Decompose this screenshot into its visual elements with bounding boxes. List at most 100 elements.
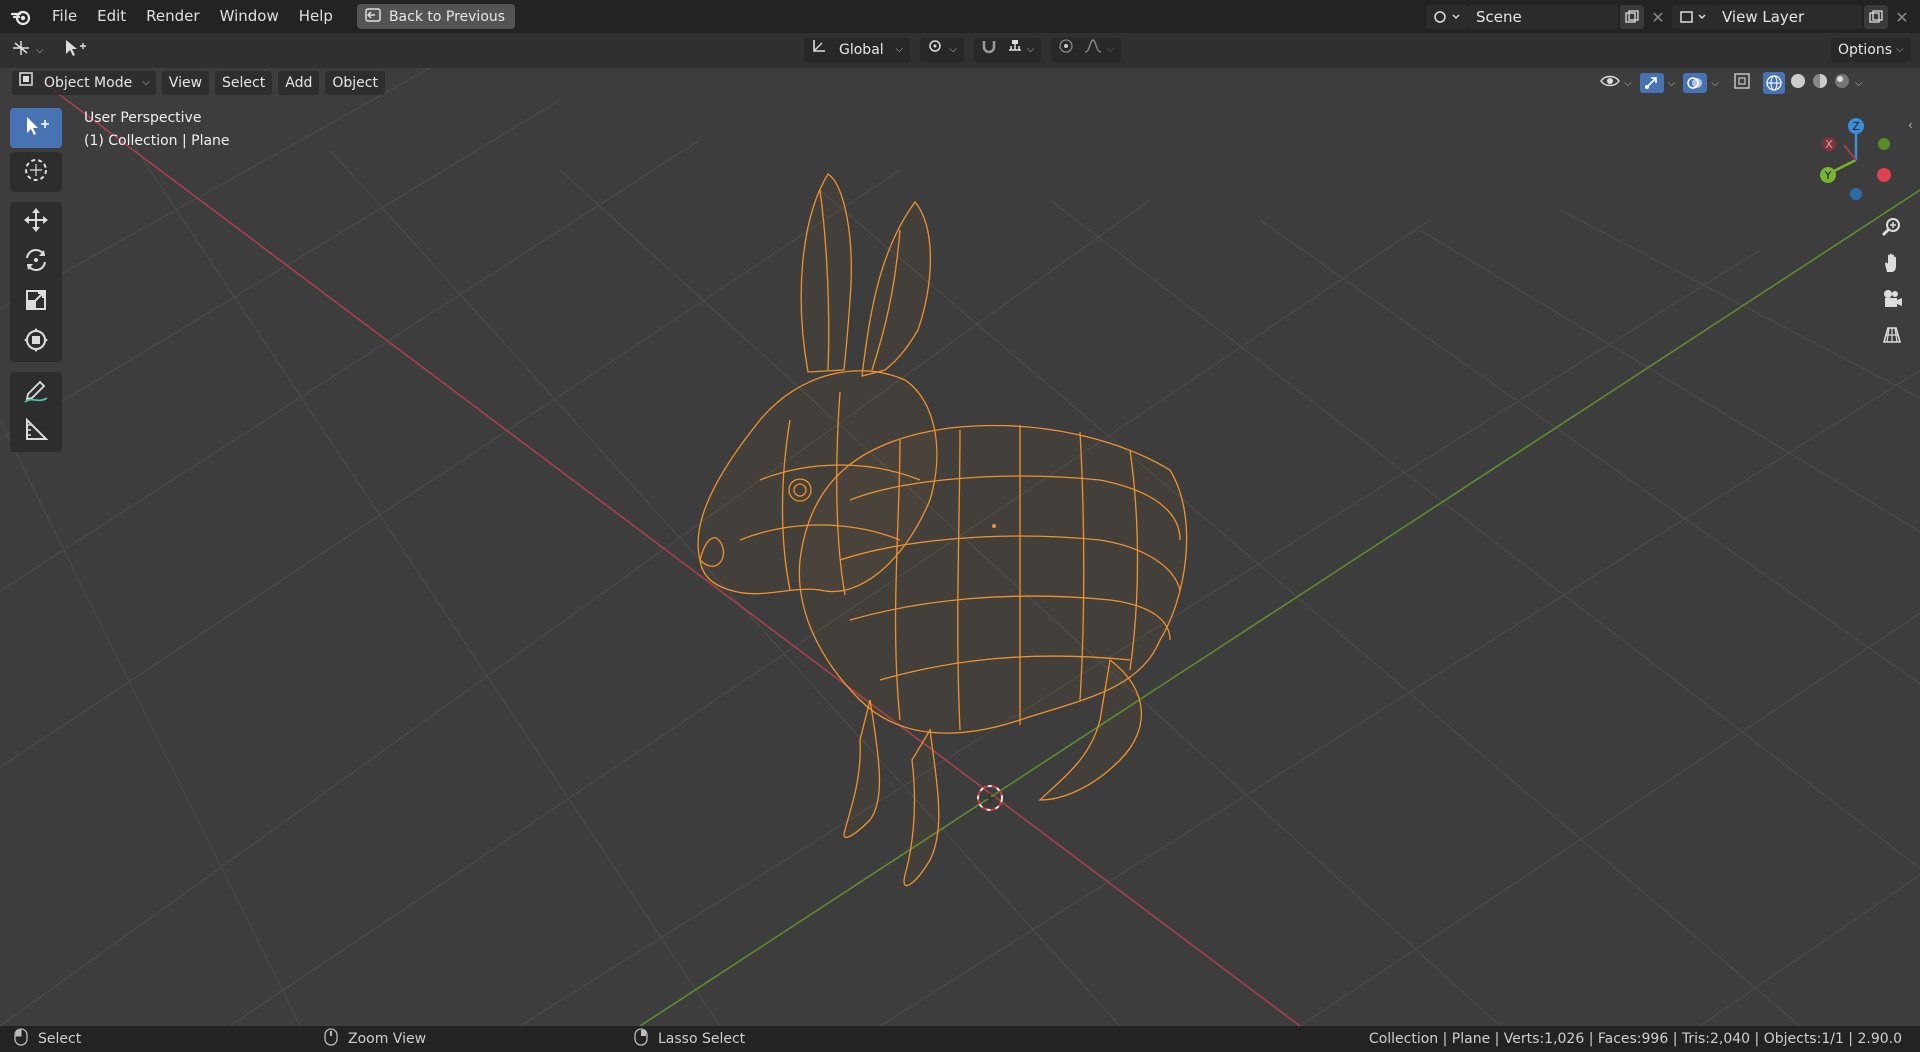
annotate-icon (22, 376, 50, 408)
chevron-down-icon: ⌵ (1711, 77, 1719, 89)
overlays-toggle[interactable]: ⌵ (1683, 73, 1719, 93)
3d-cursor (977, 785, 1003, 811)
chevron-down-icon: ⌵ (1667, 77, 1676, 89)
object-mode-dropdown[interactable]: Object Mode ⌵ (12, 71, 156, 95)
eye-icon (1600, 73, 1620, 93)
rotate-icon (22, 246, 50, 278)
scene-statistics: Collection | Plane | Verts:1,026 | Faces… (1368, 1031, 1902, 1047)
xray-toggle-icon[interactable] (1733, 72, 1751, 94)
rotate-tool[interactable] (10, 242, 62, 282)
back-button-label: Back to Previous (388, 8, 506, 25)
select-mode-icon[interactable] (62, 38, 86, 62)
menu-render[interactable]: Render (136, 0, 209, 33)
chevron-down-icon: ⌵ (895, 44, 904, 55)
rabbit-mesh (697, 173, 1188, 887)
object-origin (992, 524, 996, 528)
object-mode-icon (18, 71, 34, 95)
cursor-tool[interactable] (10, 152, 62, 192)
gizmo-neg-y-axis (1878, 138, 1890, 150)
new-scene-icon[interactable] (1620, 5, 1644, 29)
menu-window[interactable]: Window (210, 0, 289, 33)
chevron-down-icon: ⌵ (142, 77, 150, 88)
chevron-down-icon: ⌵ (1896, 44, 1904, 55)
transform-tool[interactable] (10, 322, 62, 362)
view-layer-name-field[interactable]: View Layer (1714, 5, 1862, 29)
move-tool[interactable] (10, 202, 62, 242)
viewport-grid (0, 68, 1920, 1026)
top-menu-bar: File Edit Render Window Help Back to Pre… (0, 0, 1920, 33)
delete-view-layer-icon[interactable]: ✕ (1890, 5, 1914, 29)
menu-select[interactable]: Select (215, 71, 273, 95)
overlays-icon (1683, 73, 1708, 93)
view-layer-browse-icon[interactable] (1672, 5, 1714, 29)
camera-view-button[interactable] (1875, 284, 1909, 318)
measure-icon (23, 417, 49, 447)
status-right-action: Lasso Select (658, 1031, 746, 1047)
scale-tool[interactable] (10, 282, 62, 322)
status-middle-action: Zoom View (348, 1031, 427, 1047)
scene-selector: Scene ✕ (1426, 5, 1670, 29)
scale-icon (23, 287, 49, 317)
annotate-tool[interactable] (10, 372, 62, 412)
menu-view[interactable]: View (161, 71, 210, 95)
mouse-middle-icon (324, 1028, 338, 1050)
pivot-point-dropdown[interactable]: ⌵ (920, 38, 964, 62)
chevron-down-icon: ⌵ (1026, 44, 1035, 55)
proportional-edit-icon (1058, 38, 1074, 62)
blender-logo-icon[interactable] (0, 0, 42, 33)
options-dropdown[interactable]: Options ⌵ (1831, 38, 1911, 62)
rendered-shading-icon[interactable] (1833, 72, 1851, 94)
status-left-action: Select (38, 1031, 82, 1047)
mouse-left-icon (14, 1028, 28, 1050)
editor-type-dropdown[interactable]: ⌵ (10, 39, 44, 61)
menu-edit[interactable]: Edit (87, 0, 136, 33)
grid-ortho-icon (1881, 324, 1903, 350)
view-layer-selector: View Layer ✕ (1672, 5, 1914, 29)
wireframe-shading-icon[interactable] (1762, 72, 1785, 94)
move-icon (22, 206, 50, 238)
chevron-down-icon[interactable]: ⌵ (1855, 78, 1863, 89)
snap-increment-icon (1007, 38, 1023, 62)
pivot-icon (927, 38, 945, 62)
gizmo-neg-z-axis (1850, 188, 1862, 200)
transform-orientation-dropdown[interactable]: Global ⌵ (804, 38, 911, 62)
tool-header: ⌵ Global ⌵ ⌵ ⌵ ⌵ Options ⌵ (0, 33, 1920, 68)
sidebar-toggle-icon[interactable]: ‹ (1908, 118, 1913, 132)
transform-icon (22, 326, 50, 358)
zoom-button[interactable] (1875, 212, 1909, 246)
measure-tool[interactable] (10, 412, 62, 452)
snapping-controls[interactable]: ⌵ (973, 38, 1042, 62)
chevron-down-icon: ⌵ (36, 44, 44, 56)
delete-scene-icon[interactable]: ✕ (1646, 5, 1670, 29)
gizmo-icon (1639, 73, 1664, 93)
mouse-right-icon (634, 1028, 648, 1050)
gizmo-toggle[interactable]: ⌵ (1639, 73, 1676, 93)
menu-file[interactable]: File (42, 0, 87, 33)
scene-name-field[interactable]: Scene (1468, 5, 1618, 29)
status-bar: Select Zoom View Lasso Select Collection… (0, 1026, 1920, 1052)
back-to-previous-button[interactable]: Back to Previous (356, 4, 516, 29)
material-shading-icon[interactable] (1811, 72, 1829, 94)
proportional-editing-controls[interactable]: ⌵ (1051, 38, 1122, 62)
visibility-dropdown[interactable]: ⌵ (1600, 73, 1632, 93)
menu-add[interactable]: Add (278, 71, 320, 95)
3d-viewport[interactable] (0, 68, 1920, 1026)
view-perspective-label: User Perspective (84, 110, 202, 126)
navigation-gizmo[interactable]: Z Y X (1804, 112, 1904, 212)
gizmo-y-label: Y (1824, 169, 1832, 182)
menu-help[interactable]: Help (289, 0, 343, 33)
tool-shelf (10, 108, 62, 452)
new-view-layer-icon[interactable] (1864, 5, 1888, 29)
options-label: Options (1838, 42, 1893, 58)
cursor-icon (22, 156, 50, 188)
scene-browse-icon[interactable] (1426, 5, 1468, 29)
pan-button[interactable] (1875, 248, 1909, 282)
gizmo-z-label: Z (1852, 120, 1860, 133)
camera-icon (1881, 288, 1903, 314)
editor-type-icon (10, 39, 32, 61)
magnet-icon (981, 38, 997, 62)
ortho-toggle-button[interactable] (1875, 320, 1909, 354)
select-box-tool[interactable] (10, 108, 62, 148)
solid-shading-icon[interactable] (1789, 72, 1807, 94)
menu-object[interactable]: Object (325, 71, 385, 95)
